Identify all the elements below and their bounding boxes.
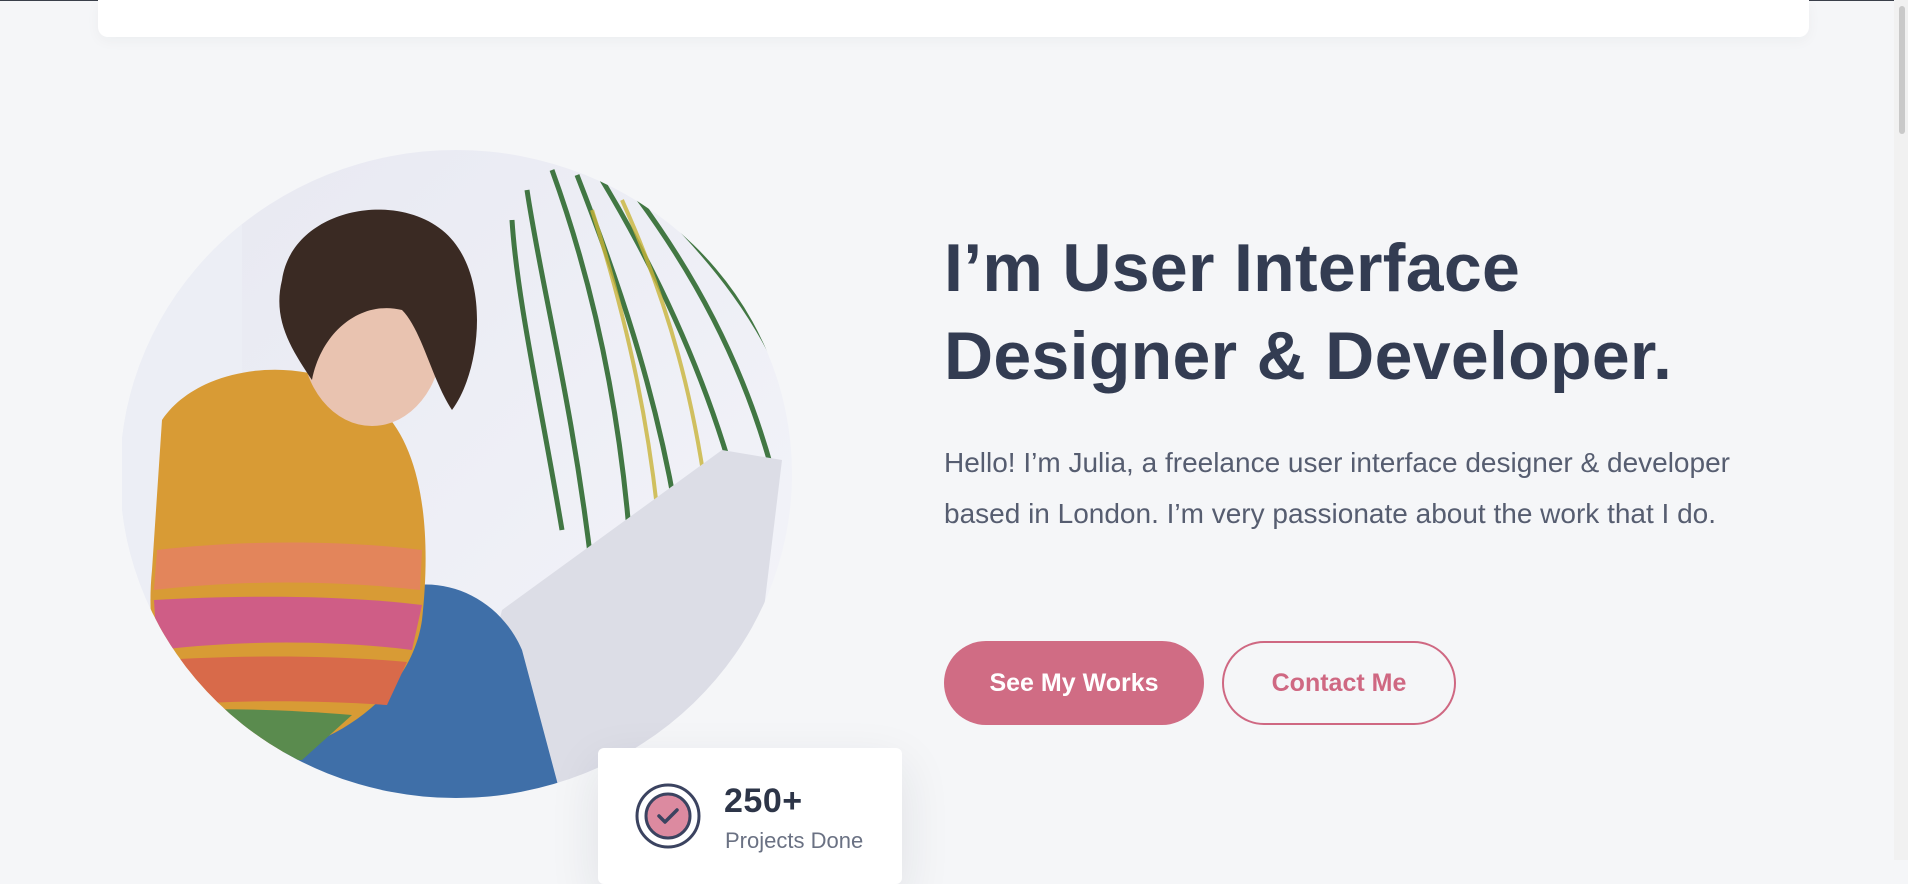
- hero-image: [122, 150, 792, 798]
- hero-description: Hello! I’m Julia, a freelance user inter…: [944, 447, 1730, 529]
- hero-image-frame: 250+ Projects Done: [122, 150, 902, 884]
- see-my-works-button[interactable]: See My Works: [944, 641, 1204, 725]
- hero-title-line-2: Designer & Developer.: [944, 318, 1673, 394]
- projects-label: Projects Done: [725, 828, 864, 853]
- projects-count: 250+: [724, 782, 803, 820]
- hero-title-line-1: I’m User Interface: [944, 230, 1521, 306]
- hero-title: I’m User Interface Designer & Developer.: [944, 224, 1824, 400]
- projects-stat-card: 250+ Projects Done: [598, 748, 902, 884]
- contact-me-button[interactable]: Contact Me: [1222, 641, 1456, 725]
- page-scrollbar[interactable]: [1894, 0, 1908, 860]
- header-card: [98, 0, 1809, 37]
- check-badge-icon: [635, 783, 701, 849]
- scrollbar-thumb[interactable]: [1899, 6, 1905, 134]
